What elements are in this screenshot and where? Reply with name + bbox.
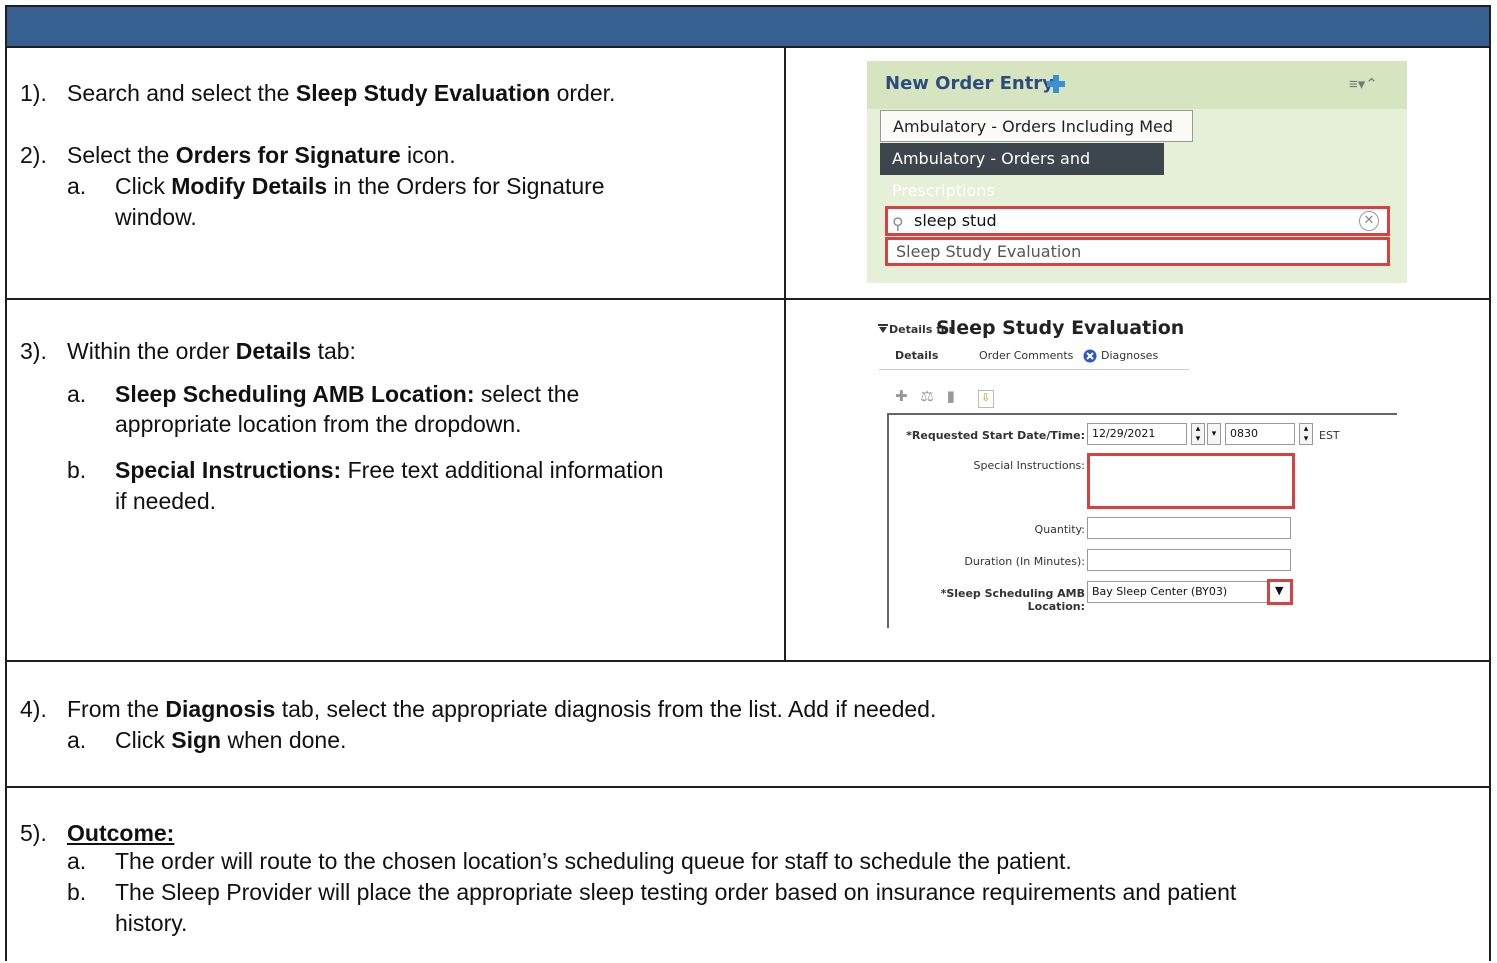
duration-field[interactable] — [1087, 549, 1291, 571]
substep-letter: a. — [67, 381, 87, 407]
step-3-text: Within the order Details tab: — [67, 338, 356, 364]
column-divider — [784, 48, 786, 298]
start-date-field[interactable]: 12/29/2021 — [1087, 423, 1187, 445]
folder-button-med-admin[interactable]: Ambulatory - Orders Including Med Admin — [880, 110, 1193, 168]
substep-letter: a. — [67, 173, 87, 199]
search-icon: ⚲ — [892, 214, 904, 233]
step-number: 1). — [20, 80, 47, 106]
order-search-input[interactable]: ⚲ sleep stud ✕ — [885, 206, 1390, 236]
location-select[interactable]: Bay Sleep Center (BY03) — [1087, 581, 1269, 603]
step-5a-text: The order will route to the chosen locat… — [115, 848, 1072, 874]
table-header-bar — [7, 7, 1489, 48]
remove-icon[interactable]: ⚖ — [920, 387, 933, 405]
step-number: 2). — [20, 142, 47, 168]
clear-icon[interactable]: ✕ — [1359, 211, 1379, 231]
arrow-down-icon[interactable]: ⇩ — [977, 390, 994, 408]
special-instructions-label: Special Instructions: — [973, 459, 1085, 472]
details-title: Sleep Study Evaluation — [936, 317, 1185, 339]
special-instructions-field[interactable] — [1087, 453, 1295, 509]
step-3a-text: Sleep Scheduling AMB Location: select th… — [115, 381, 580, 407]
start-time-field[interactable]: 0830 — [1225, 423, 1295, 445]
details-tab-bar: Details Order Comments Diagnoses — [879, 347, 1189, 370]
order-details-screenshot: Details for Sleep Study Evaluation Detai… — [875, 315, 1397, 628]
collapse-icon[interactable] — [878, 324, 888, 334]
location-label: *Sleep Scheduling AMB Location: — [940, 587, 1085, 613]
diagnoses-error-icon — [1083, 349, 1097, 363]
duration-label: Duration (In Minutes): — [964, 555, 1085, 568]
step-4a-text: Click Sign when done. — [115, 727, 347, 753]
step-3a-text-cont: appropriate location from the dropdown. — [115, 411, 522, 437]
location-dropdown-arrow[interactable]: ▼ — [1267, 579, 1293, 605]
step-2a-text: Click Modify Details in the Orders for S… — [115, 173, 605, 199]
tab-details[interactable]: Details — [895, 349, 938, 362]
quantity-label: Quantity: — [1034, 523, 1085, 536]
substep-letter: b. — [67, 457, 87, 483]
search-value: sleep stud — [914, 211, 997, 230]
outcome-heading: Outcome: — [67, 820, 175, 846]
tab-order-comments[interactable]: Order Comments — [979, 349, 1073, 362]
search-result-item[interactable]: Sleep Study Evaluation — [885, 237, 1390, 266]
step-number: 4). — [20, 696, 47, 722]
start-date-label: *Requested Start Date/Time: — [906, 429, 1085, 442]
details-form: *Requested Start Date/Time: 12/29/2021 ▴… — [887, 413, 1397, 628]
time-spinner[interactable]: ▴ ▾ — [1299, 423, 1313, 445]
step-1-text: Search and select the Sleep Study Evalua… — [67, 80, 616, 106]
tab-diagnoses[interactable]: Diagnoses — [1101, 349, 1158, 362]
folder-button-prescriptions[interactable]: Ambulatory - Orders and Prescriptions — [880, 143, 1164, 200]
step-4-text: From the Diagnosis tab, select the appro… — [67, 696, 937, 722]
add-icon[interactable]: ✚ — [895, 387, 908, 405]
substep-letter: a. — [67, 727, 87, 753]
substep-letter: a. — [67, 848, 87, 874]
step-number: 3). — [20, 338, 47, 364]
step-number: 5). — [20, 820, 47, 846]
new-order-entry-screenshot: New Order Entry ≡▾⌃ Ambulatory - Orders … — [867, 61, 1407, 283]
substep-letter: b. — [67, 879, 87, 905]
plus-icon[interactable] — [1045, 73, 1067, 95]
step-3b-text-cont: if needed. — [115, 488, 217, 514]
quantity-field[interactable] — [1087, 517, 1291, 539]
step-2a-text-cont: window. — [115, 204, 197, 230]
menu-collapse-icon[interactable]: ≡▾⌃ — [1349, 75, 1383, 93]
step-2-text: Select the Orders for Signature icon. — [67, 142, 456, 168]
timezone-label: EST — [1319, 429, 1340, 442]
chart-icon[interactable]: ▮ — [947, 387, 955, 405]
date-dropdown[interactable]: ▾ — [1207, 423, 1221, 445]
step-5b-text-cont: history. — [115, 910, 188, 936]
step-3b-text: Special Instructions: Free text addition… — [115, 457, 664, 483]
panel-title: New Order Entry — [885, 73, 1054, 94]
date-spinner[interactable]: ▴ ▾ — [1191, 423, 1205, 445]
column-divider — [784, 300, 786, 660]
details-toolbar: ✚ ⚖ ▮ ⇩ — [895, 387, 994, 408]
step-5b-text: The Sleep Provider will place the approp… — [115, 879, 1237, 905]
